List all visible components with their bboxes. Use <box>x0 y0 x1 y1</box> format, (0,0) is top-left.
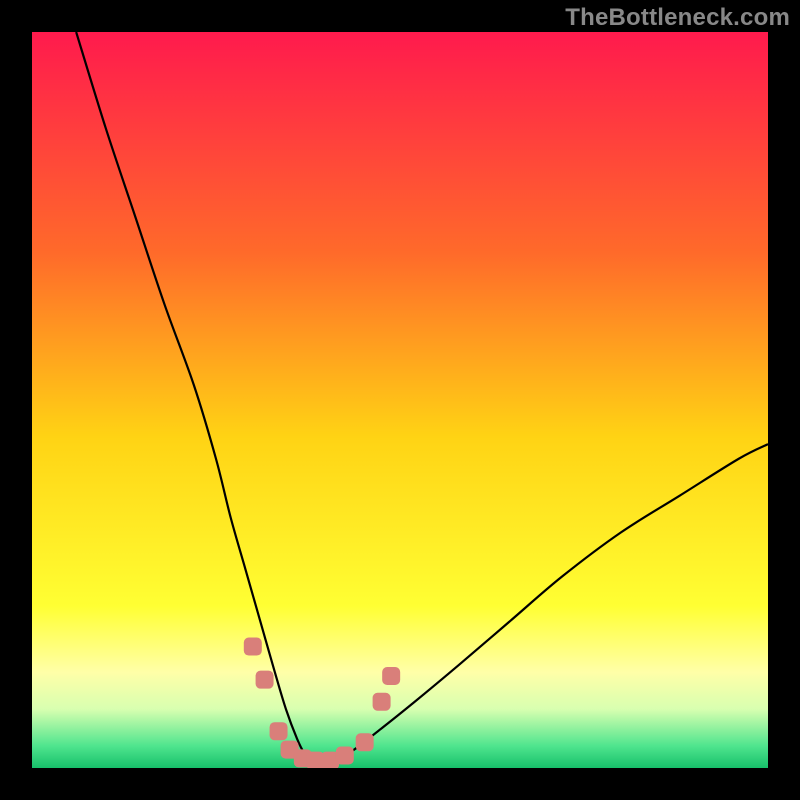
marker-point <box>336 746 354 764</box>
marker-point <box>270 722 288 740</box>
plot-area <box>32 32 768 768</box>
curve-layer <box>32 32 768 768</box>
watermark-text: TheBottleneck.com <box>565 4 790 32</box>
bottleneck-curve <box>76 32 768 762</box>
marker-point <box>244 638 262 656</box>
marker-point <box>373 693 391 711</box>
chart-frame: TheBottleneck.com <box>0 0 800 800</box>
marker-point <box>356 733 374 751</box>
bottom-markers-group <box>244 638 400 768</box>
marker-point <box>256 671 274 689</box>
marker-point <box>382 667 400 685</box>
